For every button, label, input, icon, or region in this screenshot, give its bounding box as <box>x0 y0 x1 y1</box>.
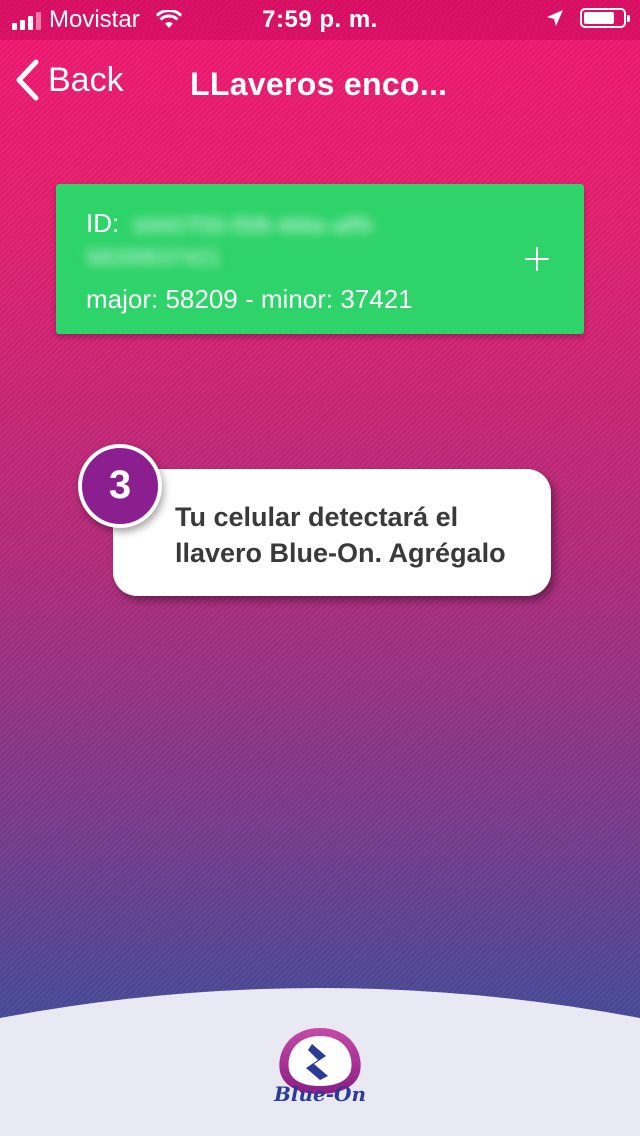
tutorial-text: Tu celular detectará el llavero Blue-On.… <box>175 502 506 568</box>
chevron-left-icon <box>16 59 39 101</box>
step-number-badge: 3 <box>78 444 162 528</box>
navigation-bar: Back LLaveros enco... <box>0 40 640 128</box>
battery-icon <box>580 8 630 28</box>
page-title: LLaveros enco... <box>190 66 448 102</box>
beacon-id-value: b9407f30-f5f8-466e-aff9-58209537421 <box>86 213 377 270</box>
back-button[interactable]: Back <box>14 58 124 102</box>
status-time: 7:59 p. m. <box>262 6 378 33</box>
status-bar: Movistar 7:59 p. m. <box>0 0 640 40</box>
blue-on-logo-text: Blue-On <box>273 1082 367 1106</box>
beacon-card[interactable]: ID: b9407f30-f5f8-466e-aff9-58209537421 … <box>56 184 584 334</box>
add-plus-icon[interactable] <box>524 246 550 272</box>
back-label: Back <box>48 60 124 99</box>
status-right <box>546 8 630 28</box>
tutorial-bubble: Tu celular detectará el llavero Blue-On.… <box>113 469 551 596</box>
location-arrow-icon <box>547 10 563 26</box>
beacon-major-minor: major: 58209 - minor: 37421 <box>86 284 413 314</box>
